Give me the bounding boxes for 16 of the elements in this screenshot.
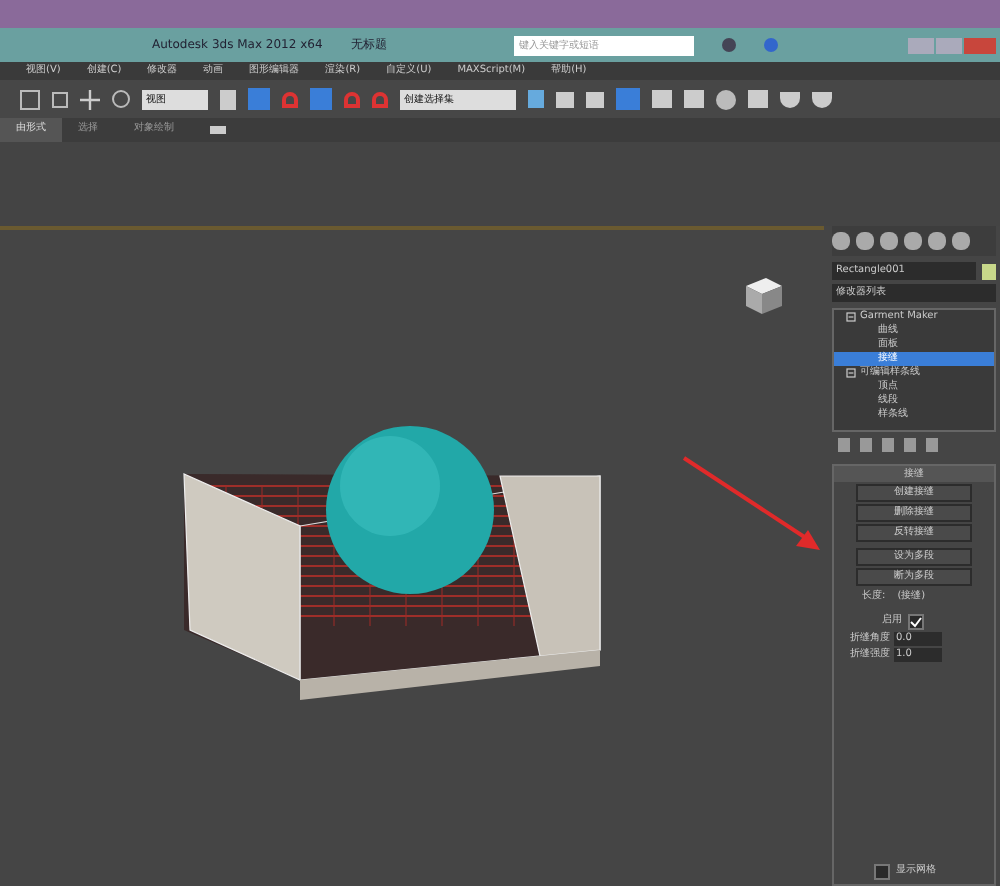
spinner-snap-icon[interactable] [372, 91, 388, 107]
select-region-icon[interactable] [20, 89, 40, 109]
magnet-icon[interactable] [282, 91, 298, 107]
window-select-icon[interactable] [52, 91, 68, 107]
collapse-icon[interactable] [846, 312, 856, 322]
material-icon[interactable] [716, 89, 736, 109]
collapse-icon[interactable] [846, 368, 856, 378]
checkbox[interactable] [874, 864, 890, 880]
help-icon[interactable] [764, 38, 779, 52]
color-swatch[interactable] [982, 263, 996, 279]
rotate-icon[interactable] [112, 90, 130, 108]
percent-snap-icon[interactable] [344, 91, 360, 107]
checkmark-icon [910, 615, 922, 627]
move-icon[interactable] [80, 89, 100, 109]
arrow [680, 454, 824, 554]
checkbox[interactable] [908, 613, 924, 629]
